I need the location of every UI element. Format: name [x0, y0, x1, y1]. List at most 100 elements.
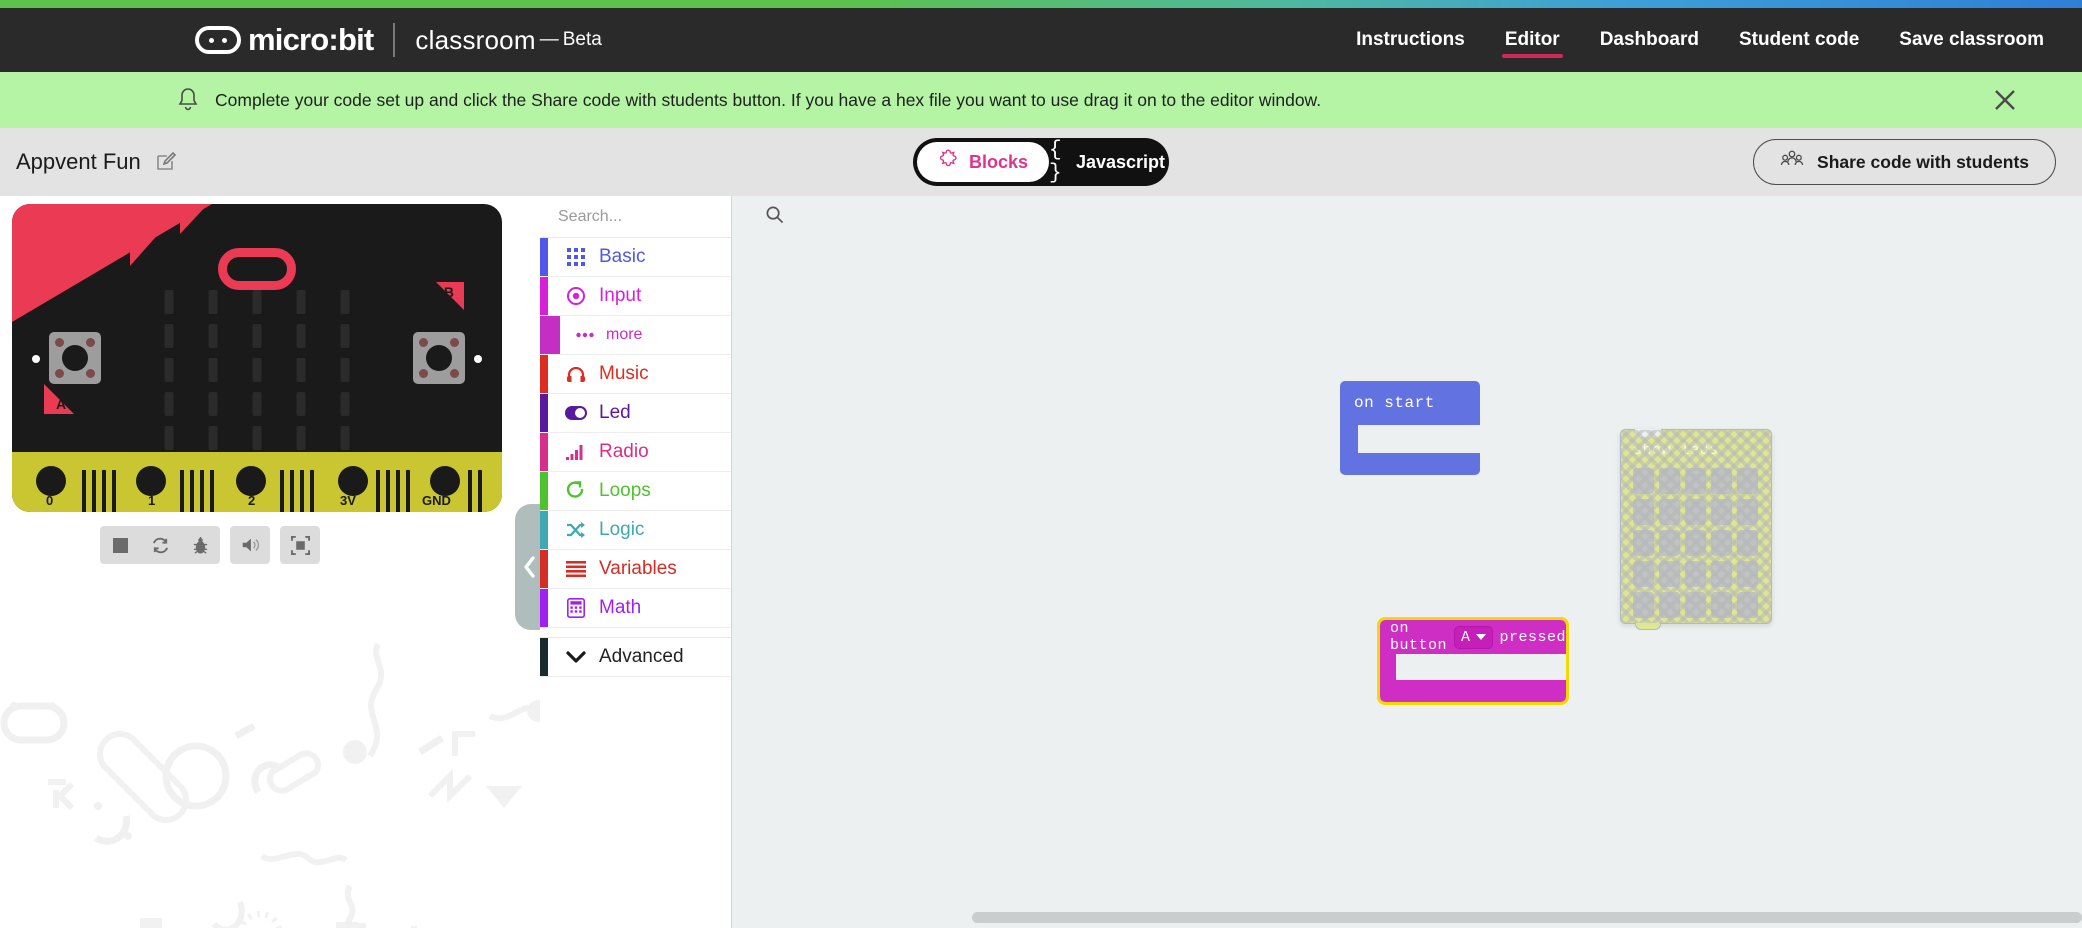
share-code-button-label: Share code with students — [1817, 151, 2029, 172]
microbit-logo: micro:bit — [195, 22, 374, 58]
close-icon[interactable] — [1988, 83, 2022, 117]
editor-mode-toggle: Blocks { } Javascript — [913, 138, 1169, 186]
toolbox-separator — [540, 628, 731, 638]
board-button-a[interactable] — [49, 332, 101, 384]
pin-label-0: 0 — [46, 493, 54, 508]
on-button-pressed-block[interactable]: on button A pressed — [1377, 617, 1569, 705]
usb-pin-left — [238, 265, 247, 273]
speaker-icon[interactable] — [230, 526, 270, 564]
pin-label-2: 2 — [248, 493, 256, 508]
on-start-block[interactable]: on start — [1340, 381, 1480, 475]
nav-item-editor[interactable]: Editor — [1501, 8, 1563, 72]
toolbox-search-row[interactable] — [540, 196, 784, 238]
calculator-icon — [565, 597, 587, 619]
toolbox-category-input[interactable]: Input — [540, 277, 731, 316]
puzzle-piece-icon — [938, 149, 960, 176]
toolbox-category-more[interactable]: more — [540, 316, 731, 355]
nav-item-instructions[interactable]: Instructions — [1356, 8, 1465, 72]
toggle-switch-icon — [565, 402, 587, 424]
share-code-button[interactable]: Share code with students — [1753, 139, 2056, 185]
toolbox-category-variables-label: Variables — [599, 558, 677, 579]
toolbox-collapse-handle[interactable] — [515, 504, 540, 630]
brand-dash: — — [539, 29, 559, 50]
show-leds-block[interactable]: show leds — [1620, 429, 1772, 630]
search-input[interactable] — [558, 207, 765, 226]
toolbox-category-basic-label: Basic — [599, 246, 646, 267]
board-usb-connector — [218, 248, 296, 290]
toolbox-category-math-label: Math — [599, 597, 642, 618]
board-red-corner-3 — [180, 204, 208, 234]
brand-beta-tag: Beta — [562, 29, 602, 50]
tab-blocks[interactable]: Blocks — [917, 142, 1049, 182]
toolbox-category-logic-label: Logic — [599, 519, 645, 540]
ellipsis-icon — [576, 324, 594, 346]
simulator-controls — [100, 526, 320, 564]
toolbox-category-advanced[interactable]: Advanced — [540, 638, 731, 677]
on-button-block-label-suffix: pressed — [1499, 628, 1567, 646]
target-circle-icon — [565, 285, 587, 307]
board-edge-dot-left — [32, 355, 40, 363]
list-lines-icon — [565, 558, 587, 580]
brand-product: classroom — [415, 24, 536, 55]
stop-square-icon[interactable] — [100, 526, 140, 564]
tab-blocks-label: Blocks — [968, 151, 1029, 172]
restart-refresh-icon[interactable] — [140, 526, 180, 564]
toolbox-category-radio[interactable]: Radio — [540, 433, 731, 472]
search-magnifier-icon[interactable] — [765, 205, 784, 229]
pencil-edit-icon[interactable] — [155, 151, 177, 173]
tab-javascript-label: Javascript — [1075, 151, 1165, 172]
top-navigation-bar: micro:bit classroom — Beta Instructions … — [0, 8, 2082, 72]
toolbox-category-music-label: Music — [599, 363, 649, 384]
nav-item-student-code[interactable]: Student code — [1739, 8, 1859, 72]
board-button-b-label: B — [443, 284, 454, 300]
simulator-panel: A B 0 1 2 3V GND — [0, 196, 540, 928]
toolbox-category-logic[interactable]: Logic — [540, 511, 731, 550]
toolbox-category-radio-label: Radio — [599, 441, 649, 462]
tab-javascript[interactable]: { } Javascript — [1049, 139, 1165, 185]
expand-fullscreen-icon[interactable] — [280, 526, 320, 564]
logo-eye-left — [209, 37, 214, 43]
toolbox-category-basic[interactable]: Basic — [540, 238, 731, 277]
pin-label-1: 1 — [148, 493, 156, 508]
microbit-board-simulator[interactable]: A B 0 1 2 3V GND — [12, 204, 502, 512]
blocks-workspace-canvas[interactable]: on start on button A pressed show leds — [732, 196, 2082, 928]
brand-name: micro:bit — [248, 22, 374, 57]
toolbox-category-math[interactable]: Math — [540, 589, 731, 628]
people-group-icon — [1780, 149, 1804, 176]
nav-item-save-classroom[interactable]: Save classroom — [1899, 8, 2044, 72]
brand-area: micro:bit classroom — Beta — [195, 22, 602, 58]
horizontal-scrollbar[interactable] — [972, 912, 2082, 923]
board-button-b[interactable] — [413, 332, 465, 384]
blocks-toolbox: Basic Input more Music — [540, 196, 784, 928]
on-start-block-label: on start — [1340, 381, 1480, 425]
usb-pin-right — [267, 265, 276, 273]
chevron-left-icon — [524, 556, 535, 578]
toolbox-category-led[interactable]: Led — [540, 394, 731, 433]
notification-message: Complete your code set up and click the … — [215, 89, 1322, 110]
shuffle-icon — [565, 519, 587, 541]
logo-eye-right — [222, 37, 227, 43]
toolbox-category-variables[interactable]: Variables — [540, 550, 731, 589]
toolbox-category-led-label: Led — [599, 402, 631, 423]
pin-label-gnd: GND — [422, 493, 451, 508]
block-top-notch — [1635, 429, 1661, 437]
top-accent-strip — [0, 0, 2082, 8]
braces-icon: { } — [1049, 139, 1062, 185]
nav-item-dashboard[interactable]: Dashboard — [1600, 8, 1699, 72]
board-button-a-label: A — [56, 396, 67, 412]
grid-dots-icon — [565, 246, 587, 268]
board-pin-strip: 0 1 2 3V GND — [12, 452, 502, 512]
bell-icon — [176, 87, 200, 113]
show-leds-block-label: show leds — [1633, 442, 1719, 459]
toolbox-category-music[interactable]: Music — [540, 355, 731, 394]
project-name: Appvent Fun — [16, 149, 141, 174]
pin-label-3v: 3V — [340, 493, 356, 508]
block-bottom-notch — [1635, 622, 1661, 630]
button-select-dropdown[interactable]: A — [1454, 625, 1493, 649]
simulator-controls-view — [280, 526, 320, 564]
show-leds-matrix[interactable] — [1633, 468, 1758, 618]
microbit-logo-icon — [195, 26, 241, 54]
toolbox-category-loops[interactable]: Loops — [540, 472, 731, 511]
bug-icon[interactable] — [180, 526, 220, 564]
simulator-controls-audio — [230, 526, 270, 564]
